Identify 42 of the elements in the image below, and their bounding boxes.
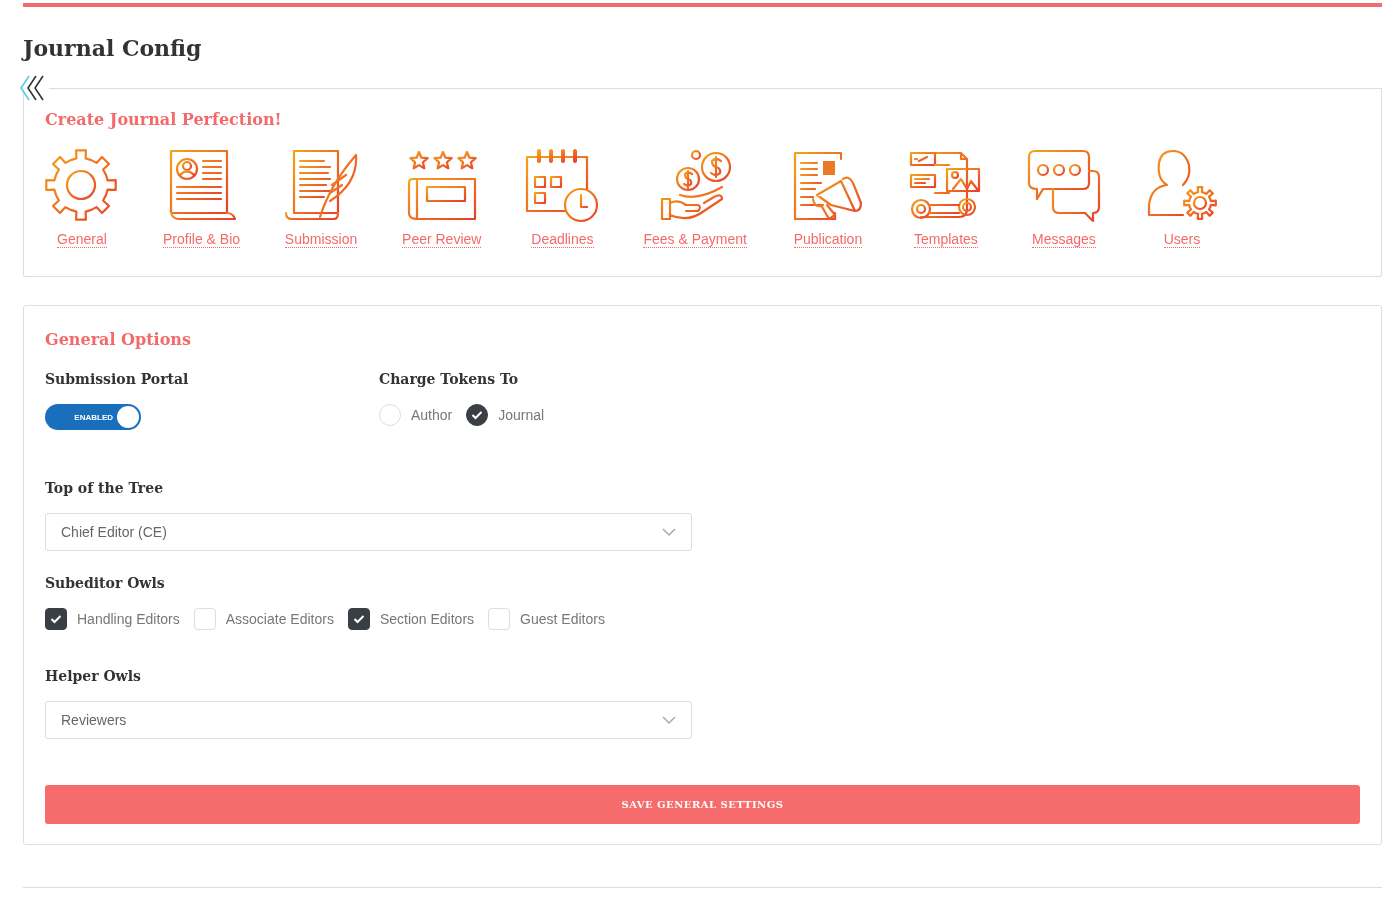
chevron-down-icon: [662, 716, 676, 724]
collapse-chevrons-icon[interactable]: [19, 75, 47, 101]
save-button[interactable]: SAVE GENERAL SETTINGS: [45, 785, 1360, 824]
hand-coins-icon: [658, 149, 733, 223]
checkbox-label: Handling Editors: [77, 611, 180, 627]
radio-button[interactable]: [466, 404, 489, 426]
nav-link[interactable]: Submission: [284, 149, 359, 248]
field-label: Helper Owls: [45, 668, 142, 684]
select-field[interactable]: Chief Editor (CE): [45, 513, 692, 551]
nav-link[interactable]: Fees & Payment: [643, 149, 747, 248]
checkbox-label: Section Editors: [379, 611, 475, 627]
checkbox[interactable]: [45, 608, 67, 630]
nav-link[interactable]: Messages: [1026, 149, 1101, 248]
calendar-clock-icon: [525, 149, 600, 223]
chat-bubbles-icon: [1026, 149, 1101, 223]
field-label: Top of the Tree: [45, 480, 165, 496]
nav-link[interactable]: Publication: [790, 149, 865, 248]
field-label: Submission Portal: [45, 371, 190, 387]
nav-link[interactable]: Profile & Bio: [163, 149, 241, 248]
checkbox-label: Guest Editors: [520, 611, 605, 627]
toggle-switch[interactable]: ENABLED: [45, 404, 141, 430]
nav-link[interactable]: Peer Review: [402, 149, 482, 248]
radio-label: Journal: [498, 407, 545, 423]
section-heading: General Options: [45, 330, 192, 349]
gear-icon: [45, 149, 119, 223]
chevron-down-icon: [662, 528, 676, 536]
field-label: Subeditor Owls: [45, 575, 166, 591]
nav-link[interactable]: Templates: [908, 149, 983, 248]
field-label: Charge Tokens To: [379, 371, 520, 387]
nav-link[interactable]: Users: [1144, 149, 1219, 248]
check-icon: [50, 614, 62, 624]
nav-link[interactable]: Deadlines: [525, 149, 600, 248]
check-icon: [471, 410, 484, 420]
checkbox[interactable]: [347, 608, 370, 630]
checkbox-label: Associate Editors: [225, 611, 334, 627]
select-field[interactable]: Reviewers: [45, 701, 692, 739]
page-title: Journal Config: [23, 35, 203, 61]
document-quill-icon: [284, 149, 359, 223]
nav-link[interactable]: General: [45, 149, 119, 248]
nav-heading: Create Journal Perfection!: [45, 110, 283, 129]
check-icon: [352, 614, 365, 624]
radio-label: Author: [411, 407, 453, 423]
